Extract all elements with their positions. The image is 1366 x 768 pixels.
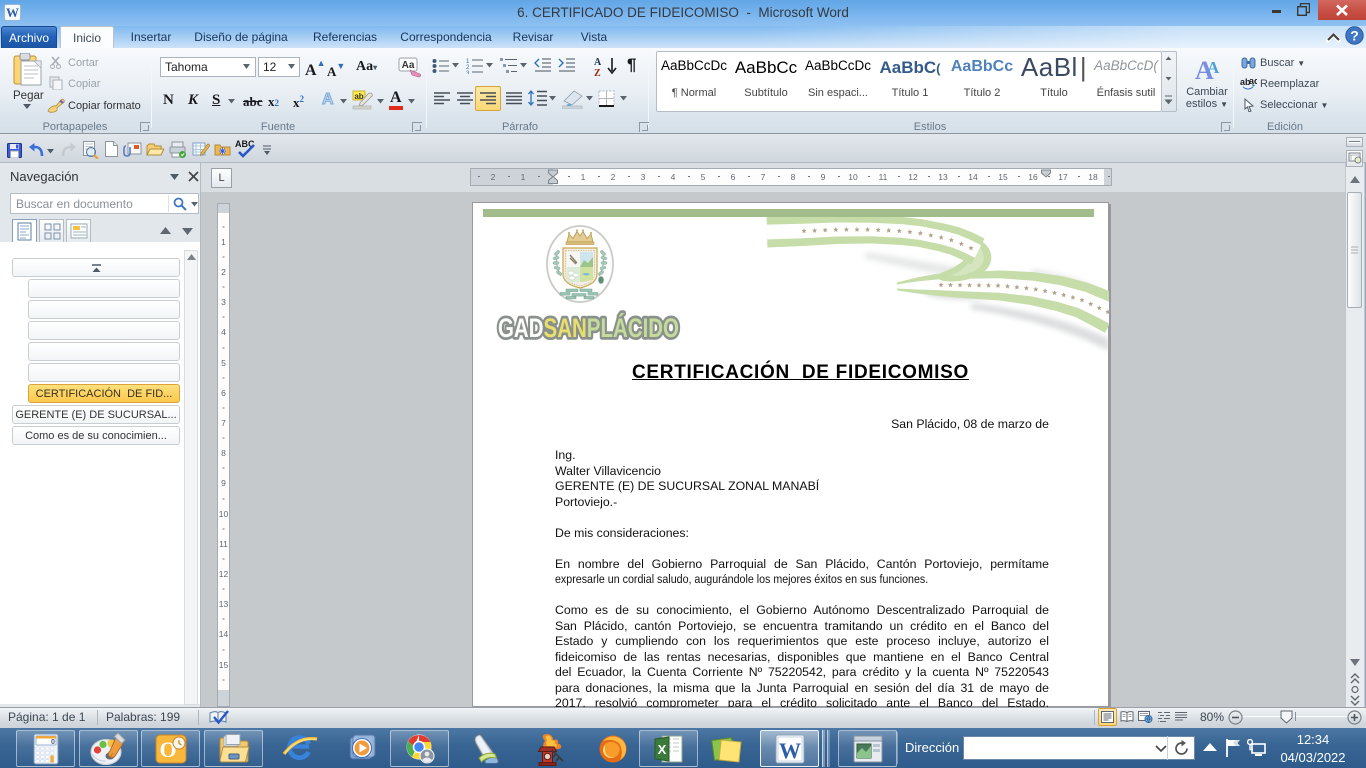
svg-text:ab: ab: [354, 92, 363, 101]
svg-text:?: ?: [1350, 28, 1359, 44]
svg-text:Aa: Aa: [402, 60, 415, 71]
svg-text:17: 17: [1058, 172, 1068, 182]
svg-text:0: 0: [51, 739, 55, 746]
svg-text:14: 14: [968, 172, 978, 182]
svg-text:A: A: [1207, 58, 1220, 77]
svg-text:9: 9: [821, 172, 826, 182]
svg-text:3: 3: [221, 297, 226, 307]
svg-text:W: W: [6, 5, 19, 20]
svg-text:10: 10: [848, 172, 858, 182]
svg-text:ac: ac: [1249, 77, 1257, 86]
svg-text:9: 9: [221, 478, 226, 488]
svg-text:3: 3: [641, 172, 646, 182]
svg-text:W: W: [779, 738, 801, 763]
svg-text:2: 2: [221, 267, 226, 277]
svg-text:7: 7: [221, 418, 226, 428]
svg-text:16: 16: [1028, 172, 1038, 182]
svg-text:11: 11: [219, 539, 228, 549]
svg-text:14: 14: [219, 629, 229, 639]
svg-text:GADSANPLÁCIDO: GADSANPLÁCIDO: [498, 312, 679, 343]
svg-text:1: 1: [221, 237, 226, 247]
svg-text:4: 4: [671, 172, 676, 182]
svg-text:1: 1: [521, 172, 526, 182]
svg-text:13: 13: [938, 172, 948, 182]
svg-text:12: 12: [219, 569, 229, 579]
svg-text:8: 8: [221, 448, 226, 458]
svg-text:11: 11: [879, 172, 888, 182]
svg-text:13: 13: [219, 599, 229, 609]
svg-text:18: 18: [1088, 172, 1098, 182]
svg-text:X: X: [658, 742, 667, 757]
svg-text:2: 2: [611, 172, 616, 182]
svg-text:6: 6: [221, 388, 226, 398]
svg-text:12: 12: [908, 172, 918, 182]
svg-text:15: 15: [998, 172, 1008, 182]
svg-text:2: 2: [491, 172, 496, 182]
svg-text:3: 3: [466, 71, 470, 74]
svg-text:1: 1: [581, 172, 586, 182]
svg-text:15: 15: [219, 660, 229, 670]
svg-text:5: 5: [701, 172, 706, 182]
svg-text:8: 8: [791, 172, 796, 182]
svg-text:6: 6: [731, 172, 736, 182]
svg-text:10: 10: [219, 509, 229, 519]
svg-text:4: 4: [221, 327, 226, 337]
svg-text:7: 7: [761, 172, 766, 182]
svg-text:5: 5: [221, 358, 226, 368]
